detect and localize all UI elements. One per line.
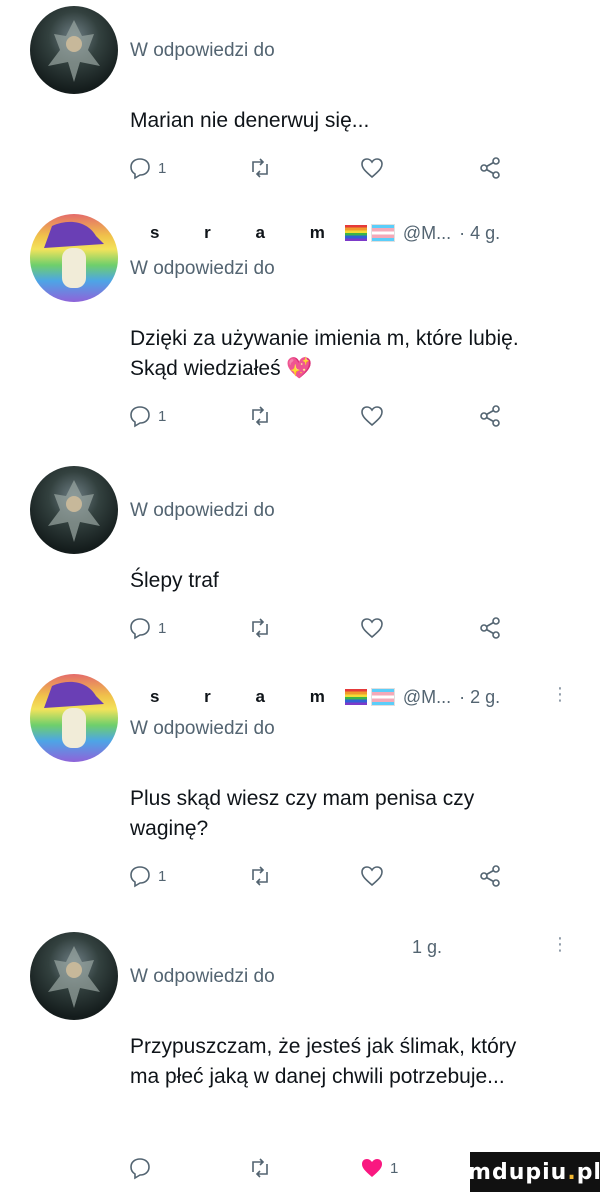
tweet-text: Przypuszczam, że jesteś jak ślimak, któr… [130, 1035, 517, 1088]
avatar[interactable] [30, 6, 118, 94]
timestamp[interactable]: · 2 g. [459, 687, 500, 708]
heart-icon [361, 866, 383, 887]
retweet-icon [252, 618, 268, 638]
timestamp[interactable]: 1 g. [412, 937, 442, 958]
tweet-text: Marian nie denerwuj się... [130, 109, 370, 132]
avatar[interactable] [30, 932, 118, 1020]
reply-icon [130, 1158, 150, 1180]
display-name[interactable]: s r a m [150, 687, 345, 707]
like-button[interactable]: 1 [360, 1156, 398, 1180]
avatar[interactable] [30, 674, 118, 762]
watermark-dot: . [567, 1159, 577, 1185]
more-options-icon[interactable]: ⋮ [551, 934, 569, 955]
tweet-text: Plus skąd wiesz czy mam penisa czy wagin… [130, 787, 475, 840]
share-button[interactable] [478, 864, 502, 888]
share-button[interactable] [478, 404, 502, 428]
heart-icon [361, 406, 383, 427]
retweet-icon [252, 866, 268, 886]
like-button[interactable] [360, 616, 384, 640]
reply-button[interactable] [128, 1156, 158, 1180]
like-count: 1 [390, 1159, 399, 1177]
action-bar: 1 [128, 156, 528, 186]
reply-button[interactable]: 1 [128, 404, 166, 428]
reply-to-label: W odpowiedzi do [130, 40, 275, 61]
watermark-suffix: pl [576, 1159, 600, 1185]
rainbow-flag-icon [344, 225, 367, 241]
retweet-button[interactable] [248, 156, 272, 180]
reply-count: 1 [158, 407, 167, 425]
tweet-header: s r a m @M... · 4 g. [150, 218, 500, 248]
share-button[interactable] [478, 616, 502, 640]
like-button[interactable] [360, 404, 384, 428]
rainbow-flag-icon [344, 689, 367, 705]
retweet-icon [252, 158, 268, 178]
share-icon [480, 617, 500, 639]
heart-icon [361, 158, 383, 179]
tweet-header: 1 g. [412, 932, 442, 962]
action-bar: 1 [128, 616, 528, 646]
tweet-text: Ślepy traf [130, 569, 219, 592]
reply-button[interactable]: 1 [128, 864, 166, 888]
share-icon [480, 405, 500, 427]
share-icon [480, 865, 500, 887]
reply-count: 1 [158, 159, 167, 177]
action-bar: 1 [128, 864, 528, 894]
share-button[interactable] [478, 156, 502, 180]
tweet-text: Dzięki za używanie imienia m, które lubi… [130, 327, 519, 380]
share-icon [480, 157, 500, 179]
reply-count: 1 [158, 867, 167, 885]
avatar[interactable] [30, 466, 118, 554]
avatar[interactable] [30, 214, 118, 302]
reply-button[interactable]: 1 [128, 616, 166, 640]
watermark-text: mdupiu [468, 1159, 568, 1185]
like-button[interactable] [360, 156, 384, 180]
trans-flag-icon [370, 688, 395, 706]
retweet-button[interactable] [248, 864, 272, 888]
like-button[interactable] [360, 864, 384, 888]
watermark-logo: mdupiu. pl [468, 1152, 600, 1192]
reply-to-label: W odpowiedzi do [130, 718, 275, 739]
reply-button[interactable]: 1 [128, 156, 166, 180]
reply-to-label: W odpowiedzi do [130, 258, 275, 279]
display-name[interactable]: s r a m [150, 223, 345, 243]
reply-icon [130, 406, 150, 428]
retweet-icon [252, 1158, 268, 1178]
reply-to-label: W odpowiedzi do [130, 500, 275, 521]
action-bar: 1 [128, 404, 528, 434]
retweet-button[interactable] [248, 404, 272, 428]
timestamp[interactable]: · 4 g. [459, 223, 500, 244]
reply-icon [130, 618, 150, 640]
more-options-icon[interactable]: ⋮ [551, 684, 569, 705]
reply-icon [130, 158, 150, 180]
reply-icon [130, 866, 150, 888]
reply-to-label: W odpowiedzi do [130, 966, 275, 987]
user-handle[interactable]: @M... [403, 223, 451, 244]
heart-icon [361, 618, 383, 639]
retweet-icon [252, 406, 268, 426]
reply-count: 1 [158, 619, 167, 637]
retweet-button[interactable] [248, 616, 272, 640]
heart-filled-icon [362, 1159, 382, 1177]
trans-flag-icon [370, 224, 395, 242]
retweet-button[interactable] [248, 1156, 272, 1180]
user-handle[interactable]: @M... [403, 687, 451, 708]
tweet-header: s r a m @M... · 2 g. [150, 682, 500, 712]
